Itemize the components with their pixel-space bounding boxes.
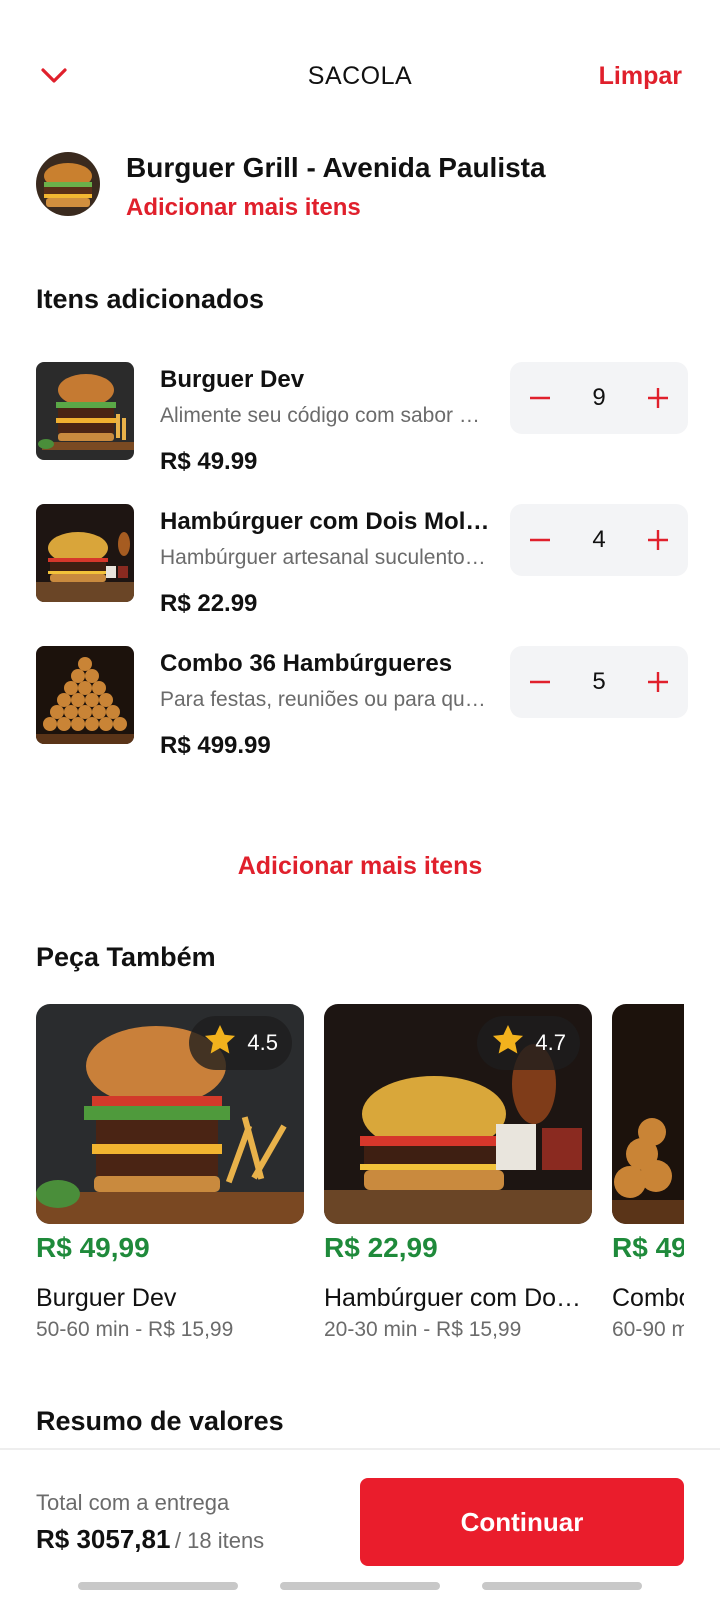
item-image: [36, 504, 134, 602]
continue-button[interactable]: Continuar: [360, 1478, 684, 1566]
add-more-items-button[interactable]: Adicionar mais itens: [0, 852, 720, 881]
card-name: Hambúrguer com Dois Molhos: [324, 1284, 584, 1312]
total-value: R$ 3057,81: [36, 1524, 171, 1554]
store-name: Burguer Grill - Avenida Paulista: [126, 152, 546, 183]
quantity-value: 4: [592, 526, 606, 553]
quantity-value: 5: [592, 668, 606, 695]
rating-badge: 4.7: [477, 1016, 580, 1070]
minus-icon[interactable]: [520, 378, 560, 418]
minus-icon[interactable]: [520, 662, 560, 702]
total-line: R$ 3057,81 / 18 itens: [36, 1524, 264, 1555]
card-delivery-info: 20-30 min - R$ 15,99: [324, 1318, 522, 1341]
suggestions-section-title: Peça Também: [36, 942, 216, 972]
nav-pill[interactable]: [78, 1582, 238, 1590]
card-price: R$ 499,99: [612, 1232, 684, 1263]
minus-icon[interactable]: [520, 520, 560, 560]
plus-icon[interactable]: [638, 520, 678, 560]
quantity-stepper: 4: [510, 504, 688, 576]
star-icon: [489, 1021, 527, 1065]
plus-icon[interactable]: [638, 662, 678, 702]
item-price: R$ 499.99: [160, 732, 271, 759]
item-description: Alimente seu código com sabor e energia: [160, 404, 490, 427]
cart-item: Burguer Dev Alimente seu código com sabo…: [36, 362, 688, 482]
add-more-items-link[interactable]: Adicionar mais itens: [126, 194, 361, 222]
rating-value: 4.5: [247, 1030, 278, 1055]
item-image: [36, 646, 134, 744]
quantity-stepper: 5: [510, 646, 688, 718]
card-name: Burguer Dev: [36, 1284, 177, 1312]
store-info: Burguer Grill - Avenida Paulista Adicion…: [36, 152, 686, 222]
system-nav-bar: [0, 1582, 720, 1592]
nav-pill[interactable]: [280, 1582, 440, 1590]
quantity-stepper: 9: [510, 362, 688, 434]
suggestion-card[interactable]: 4.7 R$ 22,99 Hambúrguer com Dois Molhos …: [324, 1004, 592, 1344]
card-name: Combo 36 Hambúrgueres: [612, 1284, 684, 1312]
item-name: Hambúrguer com Dois Molhos: [160, 508, 490, 535]
summary-section-title: Resumo de valores: [36, 1406, 284, 1436]
total-label: Total com a entrega: [36, 1490, 230, 1515]
suggestion-card[interactable]: R$ 499,99 Combo 36 Hambúrgueres 60-90 mi…: [612, 1004, 684, 1344]
card-image: 4.5: [36, 1004, 304, 1224]
suggestions-carousel[interactable]: 4.5 R$ 49,99 Burguer Dev 50-60 min - R$ …: [36, 1004, 684, 1344]
card-price: R$ 49,99: [36, 1232, 150, 1263]
card-delivery-info: 60-90 min - R$ 15,99: [612, 1318, 684, 1341]
cart-section-title: Itens adicionados: [36, 284, 265, 314]
header: SACOLA Limpar: [0, 50, 720, 106]
card-image: [612, 1004, 684, 1224]
card-image: 4.7: [324, 1004, 592, 1224]
item-price: R$ 49.99: [160, 448, 258, 475]
quantity-value: 9: [592, 384, 606, 411]
suggestion-card[interactable]: 4.5 R$ 49,99 Burguer Dev 50-60 min - R$ …: [36, 1004, 304, 1344]
item-description: Para festas, reuniões ou para quem tem m…: [160, 688, 490, 711]
card-price: R$ 22,99: [324, 1232, 438, 1263]
card-delivery-info: 50-60 min - R$ 15,99: [36, 1318, 234, 1341]
items-count: / 18 itens: [174, 1528, 265, 1553]
rating-badge: 4.5: [189, 1016, 292, 1070]
clear-button[interactable]: Limpar: [599, 62, 682, 91]
item-name: Combo 36 Hambúrgueres: [160, 650, 453, 677]
rating-value: 4.7: [535, 1030, 566, 1055]
cart-item: Hambúrguer com Dois Molhos Hambúrguer ar…: [36, 504, 688, 624]
item-price: R$ 22.99: [160, 590, 258, 617]
star-icon: [201, 1021, 239, 1065]
plus-icon[interactable]: [638, 378, 678, 418]
cart-item: Combo 36 Hambúrgueres Para festas, reuni…: [36, 646, 688, 766]
item-image: [36, 362, 134, 460]
item-name: Burguer Dev: [160, 366, 305, 393]
store-logo: [36, 152, 100, 216]
item-description: Hambúrguer artesanal suculento com dois …: [160, 546, 490, 569]
nav-pill[interactable]: [482, 1582, 642, 1590]
checkout-footer: Total com a entrega R$ 3057,81 / 18 iten…: [0, 1448, 720, 1600]
